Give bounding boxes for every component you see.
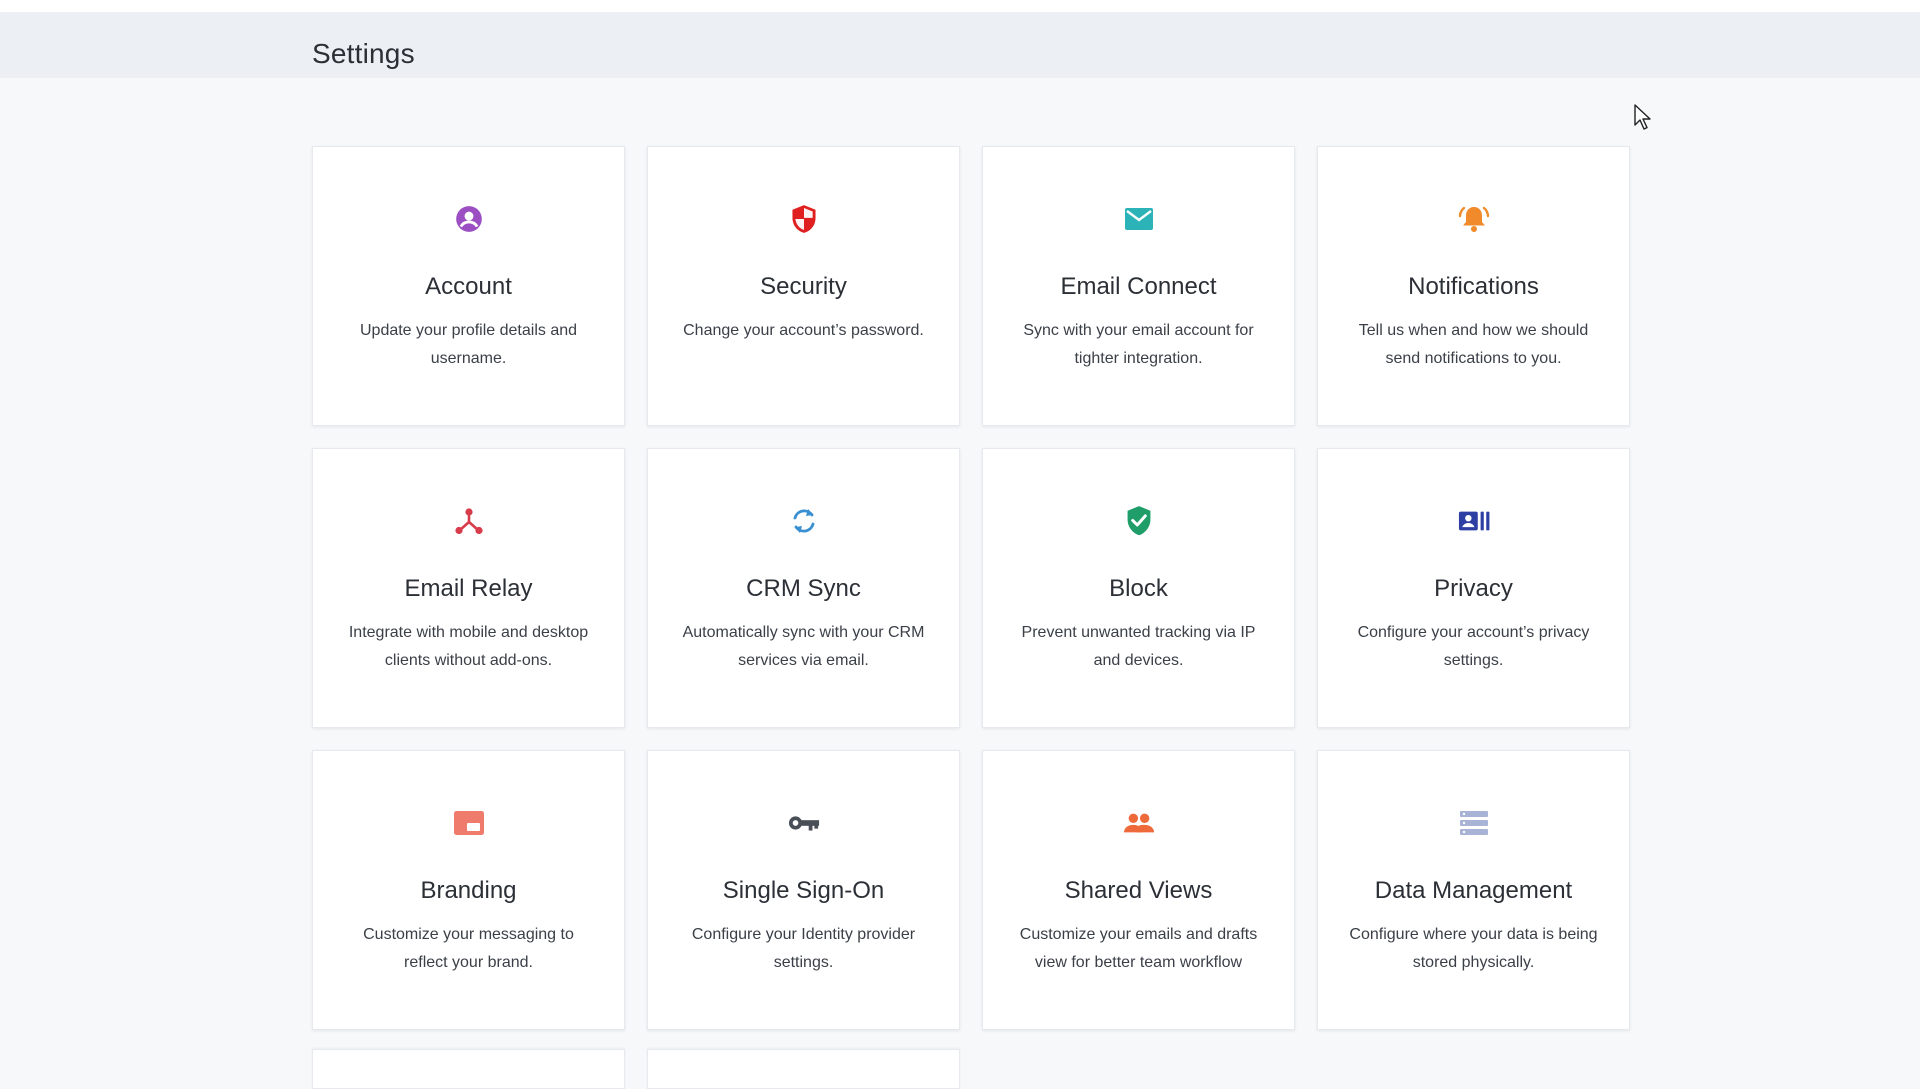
card-title: Notifications bbox=[1408, 273, 1539, 300]
card-description: Customize your messaging to reflect your… bbox=[363, 926, 574, 971]
card-title: Single Sign-On bbox=[722, 877, 885, 904]
card-title: Block bbox=[1109, 575, 1168, 602]
bell-ringing-icon bbox=[1458, 203, 1490, 235]
header-bar: Settings bbox=[0, 12, 1920, 78]
card-block[interactable]: Block Prevent unwanted tracking via IP a… bbox=[982, 448, 1295, 728]
id-card-icon bbox=[1458, 505, 1490, 537]
card-description: Configure your account’s privacy setting… bbox=[1357, 624, 1590, 669]
card-description: Automatically sync with your CRM service… bbox=[682, 624, 925, 669]
mouse-cursor-icon bbox=[1634, 104, 1651, 130]
card-privacy[interactable]: Privacy Configure your account’s privacy… bbox=[1317, 448, 1630, 728]
card-account[interactable]: Account Update your profile details and … bbox=[312, 146, 625, 426]
card-title: Data Management bbox=[1374, 877, 1573, 904]
card-branding[interactable]: Branding Customize your messaging to ref… bbox=[312, 750, 625, 1030]
branding-card-icon bbox=[453, 807, 485, 839]
people-icon bbox=[1123, 807, 1155, 839]
settings-grid: Account Update your profile details and … bbox=[312, 146, 1634, 1030]
card-crm-sync[interactable]: CRM Sync Automatically sync with your CR… bbox=[647, 448, 960, 728]
card-title: CRM Sync bbox=[746, 575, 861, 602]
card-email-connect[interactable]: Email Connect Sync with your email accou… bbox=[982, 146, 1295, 426]
shield-check-icon bbox=[1123, 505, 1155, 537]
account-circle-icon bbox=[453, 203, 485, 235]
card-description: Customize your emails and drafts view fo… bbox=[1019, 926, 1258, 971]
shield-icon bbox=[788, 203, 820, 235]
card-notifications[interactable]: Notifications Tell us when and how we sh… bbox=[1317, 146, 1630, 426]
card-description: Configure where your data is being store… bbox=[1349, 926, 1598, 971]
relay-hub-icon bbox=[453, 505, 485, 537]
card-description: Tell us when and how we should send noti… bbox=[1358, 322, 1589, 367]
card-title: Branding bbox=[420, 877, 517, 904]
card-title: Account bbox=[425, 273, 512, 300]
card-description: Sync with your email account for tighter… bbox=[1023, 322, 1254, 367]
card-description: Configure your Identity provider setting… bbox=[691, 926, 916, 971]
card-shared-views[interactable]: Shared Views Customize your emails and d… bbox=[982, 750, 1295, 1030]
card-data-management[interactable]: Data Management Configure where your dat… bbox=[1317, 750, 1630, 1030]
key-icon bbox=[788, 807, 820, 839]
card-description: Update your profile details and username… bbox=[359, 322, 578, 367]
storage-icon bbox=[1458, 807, 1490, 839]
card-email-relay[interactable]: Email Relay Integrate with mobile and de… bbox=[312, 448, 625, 728]
card-title: Shared Views bbox=[1064, 877, 1213, 904]
settings-grid-next-row bbox=[312, 1049, 960, 1089]
card-security[interactable]: Security Change your account’s password. bbox=[647, 146, 960, 426]
page-title: Settings bbox=[312, 38, 415, 69]
card-description: Integrate with mobile and desktop client… bbox=[348, 624, 589, 669]
card-title: Email Connect bbox=[1060, 273, 1217, 300]
top-strip bbox=[0, 0, 1920, 12]
envelope-icon bbox=[1123, 203, 1155, 235]
card-partial[interactable] bbox=[647, 1049, 960, 1089]
card-partial[interactable] bbox=[312, 1049, 625, 1089]
sync-icon bbox=[788, 505, 820, 537]
card-title: Security bbox=[760, 273, 847, 300]
card-description: Prevent unwanted tracking via IP and dev… bbox=[1021, 624, 1256, 669]
card-single-sign-on[interactable]: Single Sign-On Configure your Identity p… bbox=[647, 750, 960, 1030]
card-description: Change your account’s password. bbox=[683, 322, 924, 339]
card-title: Email Relay bbox=[404, 575, 533, 602]
card-title: Privacy bbox=[1434, 575, 1513, 602]
